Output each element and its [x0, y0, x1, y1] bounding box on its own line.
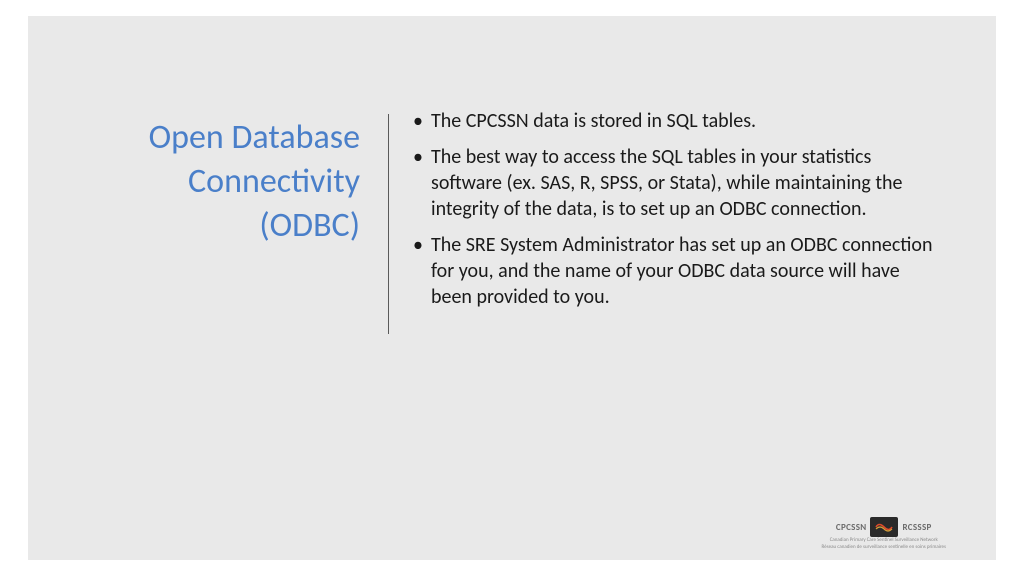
bullet-list: The CPCSSN data is stored in SQL tables.… [411, 108, 936, 310]
slide: Open Database Connectivity (ODBC) The CP… [28, 16, 996, 560]
monitor-icon [870, 517, 898, 537]
logo-left-acronym: CPCSSN [836, 522, 867, 533]
list-item: The CPCSSN data is stored in SQL tables. [411, 108, 936, 134]
list-item: The SRE System Administrator has set up … [411, 232, 936, 310]
logo-right-acronym: RCSSSP [902, 522, 931, 533]
slide-title: Open Database Connectivity (ODBC) [88, 116, 360, 249]
footer-logo: CPCSSN RCSSSP Canadian Primary Care Sent… [822, 517, 946, 550]
content-column: The CPCSSN data is stored in SQL tables.… [389, 106, 936, 320]
title-column: Open Database Connectivity (ODBC) [88, 106, 388, 249]
logo-subtitle-2: Réseau canadien de surveillance sentinel… [822, 545, 946, 551]
logo-subtitle-1: Canadian Primary Care Sentinel Surveilla… [830, 538, 938, 544]
list-item: The best way to access the SQL tables in… [411, 144, 936, 222]
logo-row: CPCSSN RCSSSP [836, 517, 932, 537]
